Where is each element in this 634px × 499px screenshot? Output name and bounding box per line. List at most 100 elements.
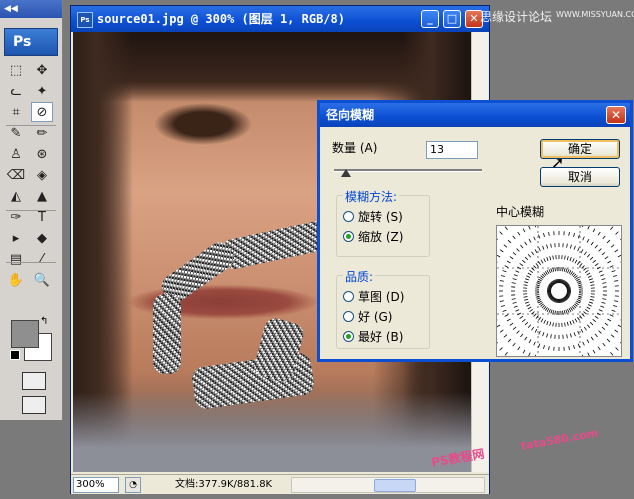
quality-option[interactable]: 草图 (D) — [343, 286, 404, 306]
tool-button[interactable]: ✏ — [31, 123, 53, 143]
amount-slider-track[interactable] — [334, 169, 482, 172]
tool-button[interactable]: ✋ — [5, 270, 27, 290]
radio-button[interactable] — [343, 230, 354, 242]
tool-button[interactable]: ✥ — [31, 60, 53, 80]
document-titlebar[interactable]: Ps source01.jpg @ 300% (图层 1, RGB/8) _ □… — [71, 6, 489, 32]
zoom-line — [538, 234, 541, 239]
radio-button[interactable] — [343, 330, 354, 342]
zoom-line — [527, 253, 532, 258]
zoom-line — [546, 257, 549, 262]
tool-button[interactable]: ⌫ — [5, 165, 27, 185]
zoom-line — [548, 231, 550, 236]
zoom-line — [614, 280, 619, 282]
default-colors-icon[interactable] — [10, 350, 20, 360]
zoom-line — [540, 259, 544, 264]
radio-button[interactable] — [343, 290, 354, 302]
zoom-line — [570, 244, 572, 249]
tool-button[interactable]: ◭ — [5, 186, 27, 206]
zoom-line — [570, 271, 574, 275]
zoom-line — [497, 342, 498, 344]
zoom-line — [577, 343, 580, 348]
neck-region — [73, 392, 471, 472]
zoom-line — [611, 309, 616, 312]
maximize-button[interactable]: □ — [443, 10, 461, 28]
blur-method-option[interactable]: 旋转 (S) — [343, 206, 403, 226]
tool-button[interactable]: ⬚ — [5, 60, 27, 80]
zoom-line — [538, 278, 542, 282]
radio-button[interactable] — [343, 210, 354, 222]
dialog-titlebar[interactable]: 径向模糊 — [320, 103, 630, 127]
zoom-line — [586, 306, 591, 310]
quality-option[interactable]: 好 (G) — [343, 306, 404, 326]
zoom-lines-preview — [497, 226, 621, 356]
tool-button[interactable]: 🔍 — [31, 270, 53, 290]
horizontal-scrollbar[interactable] — [291, 477, 485, 493]
zoom-line — [594, 263, 599, 267]
amount-input[interactable]: 13 — [426, 141, 478, 159]
minimize-button[interactable]: _ — [421, 10, 439, 28]
zoom-line — [538, 330, 541, 335]
radial-blur-dialog: 径向模糊 ✕ 数量 (A) 13 确定 取消 ➚ 模糊方法: 旋转 (S) 缩放 … — [317, 100, 633, 362]
tool-button[interactable]: ⊘ — [31, 102, 53, 122]
zoom-line — [597, 346, 601, 351]
tool-button[interactable]: ✦ — [31, 81, 53, 101]
zoom-line — [568, 308, 572, 312]
zoom-line — [504, 314, 509, 317]
zoom-line — [602, 298, 607, 300]
tool-button[interactable]: ▲ — [31, 186, 53, 206]
photoshop-logo[interactable]: Ps — [4, 28, 58, 56]
tool-button[interactable]: ᓚ — [5, 81, 27, 101]
zoom-line — [533, 341, 536, 346]
zoom-line — [512, 252, 517, 256]
zoom-line — [617, 254, 621, 258]
status-menu-icon[interactable]: ◔ — [125, 477, 141, 493]
zoom-line — [569, 320, 572, 325]
screen-mode-button[interactable] — [22, 396, 46, 414]
zoom-line — [538, 343, 541, 348]
blur-center-preview[interactable] — [496, 225, 622, 357]
zoom-line — [512, 326, 517, 330]
tool-button[interactable]: ♙ — [5, 144, 27, 164]
zoom-line — [513, 274, 518, 277]
zoom-line — [544, 307, 548, 311]
quick-mask-button[interactable] — [22, 372, 46, 390]
zoom-field[interactable]: 300% — [73, 477, 119, 493]
zoom-line — [534, 354, 537, 356]
zoom-line — [600, 305, 605, 308]
zoom-line — [575, 302, 579, 306]
zoom-line — [543, 344, 545, 350]
tool-button[interactable]: ▤ — [5, 249, 27, 269]
horizontal-scroll-thumb[interactable] — [374, 479, 416, 492]
zoom-line — [565, 309, 568, 314]
toolbox-grip[interactable]: ◀◀ — [0, 0, 62, 18]
amount-slider-thumb[interactable] — [340, 169, 351, 177]
zoom-line — [565, 268, 568, 273]
foreground-color-swatch[interactable] — [11, 320, 39, 348]
zoom-line — [507, 239, 512, 244]
quality-option[interactable]: 最好 (B) — [343, 326, 404, 346]
swap-colors-icon[interactable]: ↰ — [40, 316, 48, 327]
tool-button[interactable]: ⌗ — [5, 102, 27, 122]
zoom-line — [573, 344, 575, 350]
tool-button[interactable]: ⁄ — [31, 249, 53, 269]
tool-button[interactable]: ✎ — [5, 123, 27, 143]
zoom-line — [573, 245, 576, 250]
zoom-line — [604, 322, 609, 326]
zoom-line — [581, 354, 584, 356]
document-size: 文档:377.9K/881.8K — [175, 479, 273, 490]
tool-button[interactable]: ◈ — [31, 165, 53, 185]
zoom-line — [523, 296, 528, 298]
tool-button[interactable]: ⊛ — [31, 144, 53, 164]
tool-button[interactable]: ▸ — [5, 228, 27, 248]
tool-button[interactable]: ◆ — [31, 228, 53, 248]
zoom-line — [590, 296, 595, 298]
zoom-line — [504, 226, 508, 230]
blur-method-title: 模糊方法: — [343, 188, 400, 205]
zoom-line — [509, 322, 514, 326]
radio-button[interactable] — [343, 310, 354, 322]
zoom-line — [572, 273, 577, 278]
zoom-line — [594, 315, 599, 319]
zoom-line — [586, 339, 590, 344]
blur-method-option[interactable]: 缩放 (Z) — [343, 226, 403, 246]
dialog-close-button[interactable]: ✕ — [606, 106, 626, 124]
